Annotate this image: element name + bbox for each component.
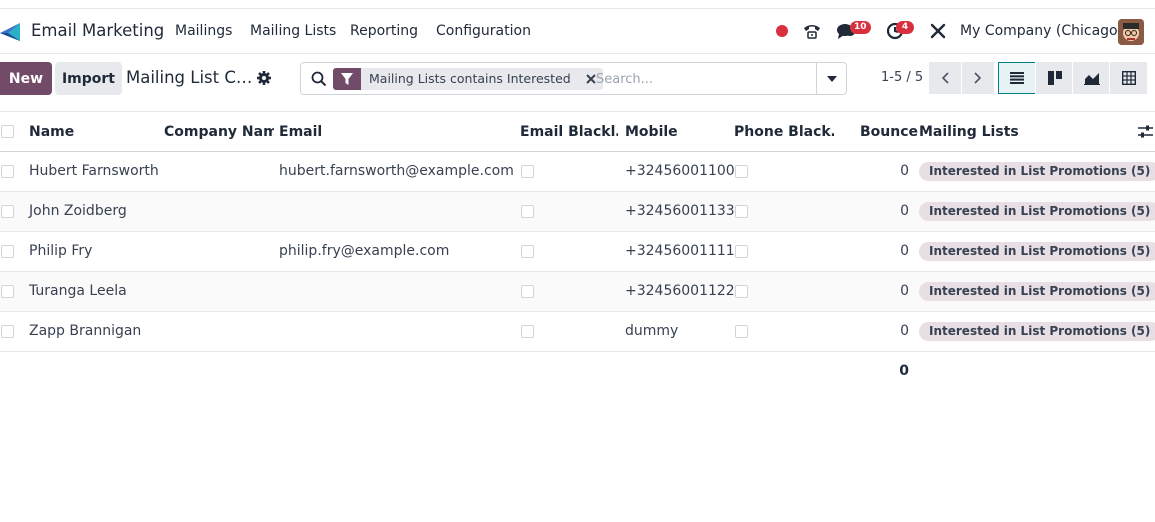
gear-icon[interactable]: [256, 70, 272, 86]
chevron-down-icon[interactable]: [816, 63, 846, 94]
chevron-right-icon: [974, 72, 982, 84]
table-header: Name Company Name Email Email Blackl… Mo…: [0, 111, 1155, 152]
breadcrumb[interactable]: Mailing List C…: [126, 68, 252, 87]
pager-value[interactable]: 1-5 / 5: [881, 70, 923, 85]
kanban-view-button[interactable]: [1035, 62, 1073, 94]
pivot-table-icon: [1121, 71, 1136, 85]
row-checkbox[interactable]: [1, 205, 14, 218]
debug-tools-icon[interactable]: [929, 19, 947, 43]
mailing-list-tag: Interested in List Promotions (5): [919, 162, 1155, 181]
cell-bounce: 0: [900, 163, 909, 179]
column-header-name[interactable]: Name: [29, 124, 74, 140]
email-blacklist-checkbox: [521, 325, 534, 338]
top-navbar: Email Marketing Mailings Mailing Lists R…: [0, 8, 1155, 54]
email-blacklist-checkbox: [521, 245, 534, 258]
menu-configuration[interactable]: Configuration: [436, 23, 531, 39]
table-row[interactable]: Philip Fry philip.fry@example.com +32456…: [0, 232, 1155, 272]
list-icon: [1010, 72, 1024, 84]
search-icon[interactable]: [311, 71, 327, 87]
column-header-email-blacklist[interactable]: Email Blackl…: [520, 124, 618, 140]
phone-blacklist-checkbox: [735, 285, 748, 298]
kanban-icon: [1047, 71, 1062, 85]
pager-next-button[interactable]: [962, 62, 994, 94]
menu-mailing-lists[interactable]: Mailing Lists: [250, 23, 336, 39]
cell-mobile: +32456001122: [625, 283, 735, 299]
cell-name: Philip Fry: [29, 243, 93, 259]
list-view-button[interactable]: [998, 62, 1036, 94]
new-button[interactable]: New: [0, 62, 52, 95]
column-header-mailing-lists[interactable]: Mailing Lists: [919, 124, 1019, 140]
cell-name: John Zoidberg: [29, 203, 127, 219]
table-row[interactable]: Turanga Leela +32456001122 0 Interested …: [0, 272, 1155, 312]
recording-dot-icon[interactable]: [774, 19, 790, 43]
pivot-view-button[interactable]: [1109, 62, 1147, 94]
phone-blacklist-checkbox: [735, 325, 748, 338]
graph-view-button[interactable]: [1072, 62, 1110, 94]
mailing-list-tag: Interested in List Promotions (5): [919, 202, 1155, 221]
optional-columns-icon[interactable]: [1138, 125, 1153, 138]
cell-email: hubert.farnsworth@example.com: [279, 163, 514, 179]
row-checkbox[interactable]: [1, 285, 14, 298]
chevron-left-icon: [941, 72, 949, 84]
phone-blacklist-checkbox: [735, 165, 748, 178]
cell-mobile: +32456001133: [625, 203, 735, 219]
cell-email: philip.fry@example.com: [279, 243, 450, 259]
select-all-checkbox[interactable]: [1, 125, 14, 138]
cell-bounce: 0: [900, 203, 909, 219]
cell-mobile: +32456001111: [625, 243, 735, 259]
row-checkbox[interactable]: [1, 325, 14, 338]
mailing-list-tag: Interested in List Promotions (5): [919, 242, 1155, 261]
column-header-phone-blacklist[interactable]: Phone Black…: [734, 124, 834, 140]
phone-icon[interactable]: [801, 19, 823, 43]
column-header-email[interactable]: Email: [279, 124, 322, 140]
phone-blacklist-checkbox: [735, 205, 748, 218]
activity-count-badge: 4: [896, 21, 914, 34]
table-row[interactable]: John Zoidberg +32456001133 0 Interested …: [0, 192, 1155, 232]
chat-count-badge: 10: [850, 21, 871, 34]
pager-previous-button[interactable]: [929, 62, 961, 94]
search-input[interactable]: [596, 69, 811, 89]
row-checkbox[interactable]: [1, 165, 14, 178]
search-facet: Mailing Lists contains Interested: [333, 68, 603, 90]
table-row[interactable]: Zapp Brannigan dummy 0 Interested in Lis…: [0, 312, 1155, 352]
email-blacklist-checkbox: [521, 285, 534, 298]
cell-bounce: 0: [900, 283, 909, 299]
phone-blacklist-checkbox: [735, 245, 748, 258]
area-chart-icon: [1083, 73, 1100, 85]
cell-bounce: 0: [900, 323, 909, 339]
company-switcher[interactable]: My Company (Chicago): [960, 23, 1123, 39]
app-logo-icon[interactable]: [0, 21, 22, 43]
column-header-bounce[interactable]: Bounce: [860, 124, 918, 140]
facet-label: Mailing Lists contains Interested: [369, 71, 571, 86]
column-header-company[interactable]: Company Name: [164, 124, 274, 140]
import-button[interactable]: Import: [55, 62, 122, 95]
menu-mailings[interactable]: Mailings: [175, 23, 232, 39]
menu-reporting[interactable]: Reporting: [350, 23, 418, 39]
cell-name: Hubert Farnsworth: [29, 163, 159, 179]
avatar[interactable]: [1118, 19, 1144, 45]
table-row[interactable]: Hubert Farnsworth hubert.farnsworth@exam…: [0, 152, 1155, 192]
filter-icon: [333, 68, 361, 90]
mailing-list-tag: Interested in List Promotions (5): [919, 282, 1155, 301]
email-blacklist-checkbox: [521, 165, 534, 178]
cell-mobile: +32456001100: [625, 163, 735, 179]
row-checkbox[interactable]: [1, 245, 14, 258]
column-header-mobile[interactable]: Mobile: [625, 124, 678, 140]
email-blacklist-checkbox: [521, 205, 534, 218]
mailing-list-tag: Interested in List Promotions (5): [919, 322, 1155, 341]
cell-name: Zapp Brannigan: [29, 323, 142, 339]
bounce-total: 0: [899, 363, 909, 379]
cell-bounce: 0: [900, 243, 909, 259]
search-bar: Mailing Lists contains Interested: [300, 62, 847, 95]
app-name[interactable]: Email Marketing: [31, 21, 164, 40]
cell-name: Turanga Leela: [29, 283, 127, 299]
cell-mobile: dummy: [625, 323, 679, 339]
